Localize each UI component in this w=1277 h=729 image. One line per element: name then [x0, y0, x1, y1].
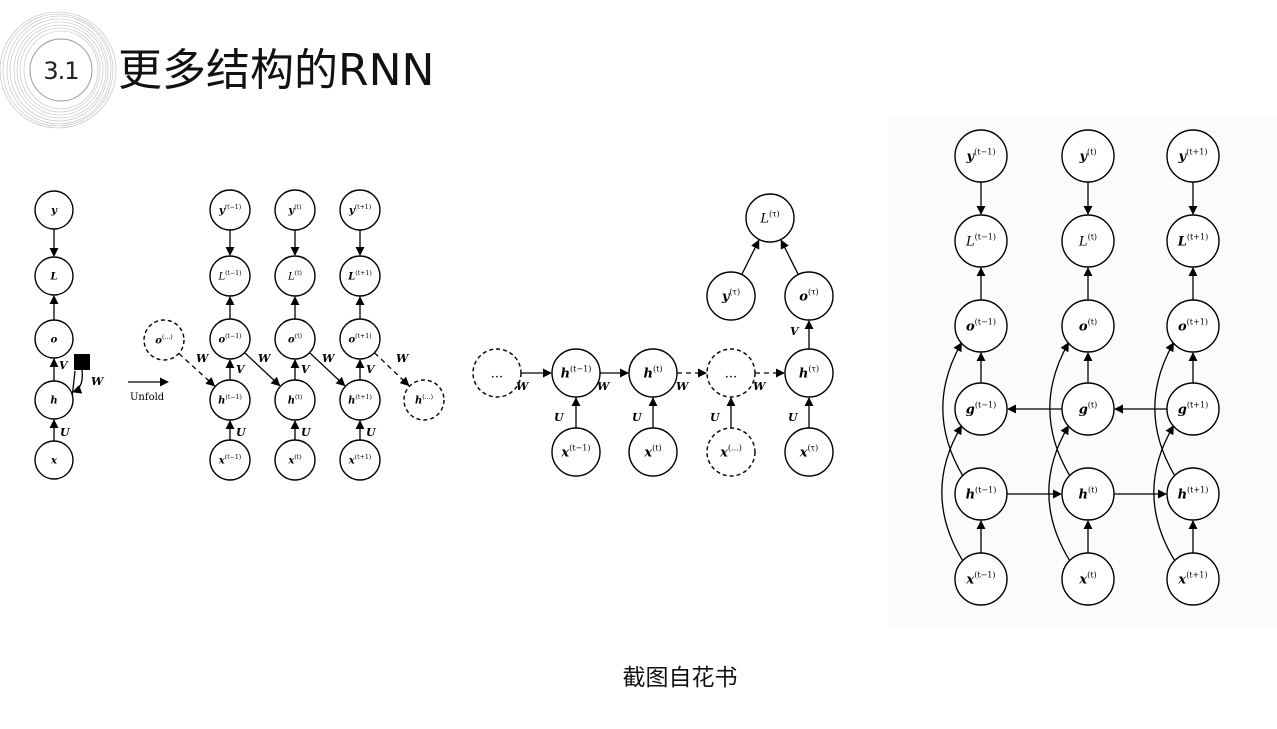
label-U-folded: U — [60, 426, 71, 439]
node-label-f-x: x — [50, 456, 58, 467]
diagram3-panel — [888, 118, 1277, 628]
node-label-s-dots-mid: ... — [725, 367, 737, 382]
rnn-diagrams: yLohxo(...)y(t−1)L(t−1)o(t−1)h(t−1)x(t−1… — [34, 118, 1277, 628]
label-W-s0: W — [516, 380, 530, 393]
label-U-u5: U — [301, 426, 312, 439]
label-U-u8: U — [366, 426, 377, 439]
label-W-u9: W — [396, 352, 410, 365]
label-V-u7: V — [366, 363, 376, 376]
edge-yT-LT — [741, 239, 760, 275]
node-label-f-h: h — [50, 396, 57, 407]
label-W-u6: W — [322, 352, 336, 365]
label-V-s8: V — [790, 325, 800, 338]
slide: 3.1 更多结构的RNN y Lo h x o(...) y(t−1) L(t−1) o(t−… — [0, 0, 1277, 729]
label-V-folded: V — [59, 359, 69, 372]
label-W-s3: W — [753, 380, 767, 393]
label-U-s6: U — [710, 411, 721, 424]
edge-oT-LT — [780, 239, 799, 275]
label-U-s7: U — [788, 411, 799, 424]
label-U-u1: U — [236, 426, 247, 439]
node-label-f-y: y — [50, 206, 58, 217]
unfold-label: Unfold — [130, 392, 165, 403]
label-W-s1: W — [597, 380, 611, 393]
node-label-f-L: L — [49, 272, 57, 283]
label-V-u4: V — [301, 363, 311, 376]
label-U-s4: U — [554, 411, 565, 424]
label-W-u0: W — [196, 352, 210, 365]
label-W-s2: W — [676, 380, 690, 393]
source-caption: 截图自花书 — [622, 665, 738, 691]
label-U-s5: U — [632, 411, 643, 424]
delay-square — [74, 354, 90, 370]
label-W-folded: W — [91, 375, 105, 388]
label-W-u3: W — [258, 352, 272, 365]
node-label-f-o: o — [51, 335, 58, 346]
node-label-s-dots-left: ... — [491, 367, 503, 382]
label-V-u1: V — [236, 363, 246, 376]
